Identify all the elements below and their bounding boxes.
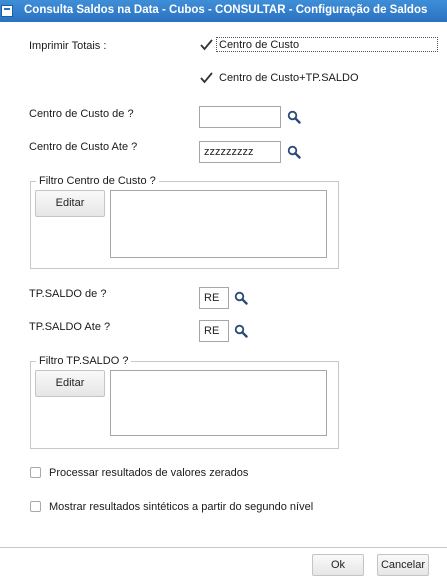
cc-de-input[interactable] [199, 106, 281, 128]
search-icon[interactable] [234, 291, 248, 305]
checkmark-icon [200, 39, 213, 51]
search-icon[interactable] [287, 145, 301, 159]
filtro-tps-edit-button[interactable]: Editar [35, 370, 105, 397]
imprimir-totais-label: Imprimir Totais : [29, 40, 107, 52]
tps-de-label: TP.SALDO de ? [29, 288, 107, 300]
filtro-cc-title: Filtro Centro de Custo ? [36, 175, 159, 187]
mostrar-checkbox-label[interactable]: Mostrar resultados sintéticos a partir d… [49, 501, 313, 513]
centro-custo-tpsaldo-checkbox-label[interactable]: Centro de Custo+TP.SALDO [219, 72, 359, 84]
filtro-cc-edit-button[interactable]: Editar [35, 190, 105, 217]
processar-checkbox[interactable] [30, 467, 41, 478]
filtro-cc-textarea[interactable] [110, 190, 327, 258]
centro-custo-tpsaldo-checkbox[interactable] [200, 72, 213, 84]
centro-custo-checkbox[interactable] [200, 39, 213, 51]
cc-ate-label: Centro de Custo Ate ? [29, 141, 138, 153]
centro-custo-checkbox-label[interactable]: Centro de Custo [219, 39, 299, 51]
search-icon[interactable] [287, 110, 301, 124]
search-icon[interactable] [234, 324, 248, 338]
title-bar: Consulta Saldos na Data - Cubos - CONSUL… [0, 0, 447, 22]
window-title: Consulta Saldos na Data - Cubos - CONSUL… [24, 4, 428, 16]
tps-ate-input[interactable] [199, 320, 229, 342]
cancel-button[interactable]: Cancelar [377, 554, 429, 576]
ok-button[interactable]: Ok [312, 554, 364, 576]
cc-de-label: Centro de Custo de ? [29, 108, 134, 120]
app-icon [1, 5, 13, 17]
tps-de-input[interactable] [199, 287, 229, 309]
footer-divider [0, 547, 447, 548]
filtro-tps-title: Filtro TP.SALDO ? [36, 355, 132, 367]
filtro-tps-textarea[interactable] [110, 370, 327, 436]
processar-checkbox-label[interactable]: Processar resultados de valores zerados [49, 467, 248, 479]
cc-ate-input[interactable] [199, 141, 281, 163]
checkmark-icon [200, 72, 213, 84]
mostrar-checkbox[interactable] [30, 501, 41, 512]
tps-ate-label: TP.SALDO Ate ? [29, 321, 111, 333]
